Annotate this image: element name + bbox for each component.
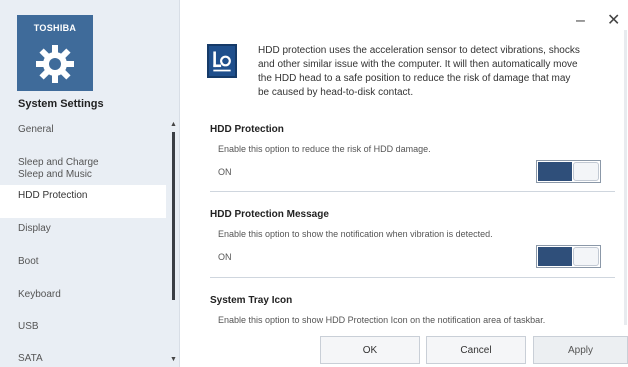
nav-item-sleep-and-music[interactable]: Sleep and Music — [0, 169, 166, 181]
app-logo-tile: TOSHIBA — [17, 15, 93, 91]
main-panel: – ✕ HDD protection uses the acceleration… — [181, 0, 628, 367]
hdd-protection-message-toggle[interactable] — [536, 245, 601, 268]
scroll-up-arrow-icon[interactable]: ▲ — [170, 121, 177, 128]
nav-item-boot[interactable]: Boot — [0, 256, 166, 268]
system-tray-icon-title: System Tray Icon — [210, 295, 293, 306]
minimize-button[interactable]: – — [576, 12, 585, 30]
nav-item-sata[interactable]: SATA — [0, 353, 166, 365]
main-scrollbar[interactable] — [624, 30, 627, 325]
nav-item-usb[interactable]: USB — [0, 321, 166, 333]
nav-item-general[interactable]: General — [0, 124, 166, 136]
divider — [210, 191, 615, 192]
system-tray-icon-desc: Enable this option to show HDD Protectio… — [218, 315, 546, 325]
gear-icon — [36, 45, 74, 83]
sidebar-title: System Settings — [18, 98, 104, 110]
hdd-protection-icon — [207, 44, 237, 78]
ok-button[interactable]: OK — [320, 336, 420, 364]
footer-button-bar: OK Cancel Apply — [181, 333, 628, 367]
hdd-protection-message-state: ON — [218, 252, 232, 262]
hdd-protection-message-title: HDD Protection Message — [210, 209, 329, 220]
toggle-knob — [573, 247, 599, 266]
brand-label: TOSHIBA — [33, 23, 77, 33]
nav-item-sleep-and-charge[interactable]: Sleep and Charge — [0, 157, 166, 169]
hdd-protection-toggle[interactable] — [536, 160, 601, 183]
toggle-knob — [573, 162, 599, 181]
scroll-down-arrow-icon[interactable]: ▼ — [170, 356, 177, 363]
nav-item-hdd-protection[interactable]: HDD Protection — [0, 185, 166, 218]
toggle-fill — [538, 247, 572, 266]
toggle-fill — [538, 162, 572, 181]
hdd-protection-info-text: HDD protection uses the acceleration sen… — [258, 45, 580, 98]
close-button[interactable]: ✕ — [607, 10, 620, 30]
hdd-protection-title: HDD Protection — [210, 124, 284, 135]
divider — [210, 277, 615, 278]
cancel-button[interactable]: Cancel — [426, 336, 526, 364]
nav-item-keyboard[interactable]: Keyboard — [0, 289, 166, 301]
hdd-protection-state: ON — [218, 167, 232, 177]
apply-button[interactable]: Apply — [533, 336, 628, 364]
system-settings-window: TOSHIBA System Settings General Sleep an… — [0, 0, 628, 367]
sidebar: TOSHIBA System Settings General Sleep an… — [0, 0, 180, 367]
hdd-protection-desc: Enable this option to reduce the risk of… — [218, 144, 431, 154]
hdd-protection-message-desc: Enable this option to show the notificat… — [218, 229, 493, 239]
sidebar-scrollbar-thumb[interactable] — [172, 132, 175, 300]
nav-item-display[interactable]: Display — [0, 223, 166, 235]
